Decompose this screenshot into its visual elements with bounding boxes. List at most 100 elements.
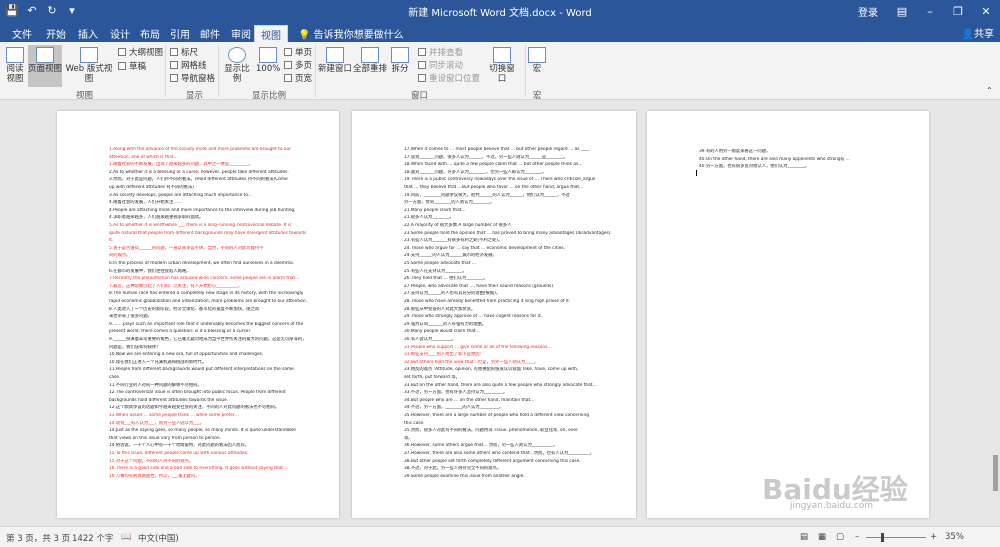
minimize-icon[interactable]: – bbox=[916, 0, 944, 22]
tab-layout[interactable]: 布局 bbox=[134, 25, 166, 42]
tab-design[interactable]: 设计 bbox=[104, 25, 136, 42]
document-text-line: 34.But people who are … on the other han… bbox=[404, 397, 535, 403]
document-text-line: 17.When it comes to … most people believ… bbox=[404, 147, 591, 152]
document-text-line: 14.说到___有人认为___，而另一些人则认为___。 bbox=[109, 420, 204, 426]
document-text-line: up with different attitudes 有不同的看法) bbox=[109, 185, 194, 190]
macro-button[interactable]: 宏 bbox=[528, 47, 546, 74]
document-text-line: 39.Some people examine this issue from a… bbox=[404, 473, 525, 479]
ribbon-display-icon[interactable]: ▤ bbox=[888, 0, 916, 22]
page-width-button[interactable]: 页宽 bbox=[284, 72, 312, 84]
zoom-out-icon[interactable]: – bbox=[855, 532, 859, 542]
new-window-button[interactable]: 新建窗口 bbox=[318, 47, 352, 74]
reset-position-icon bbox=[418, 74, 426, 82]
tab-references[interactable]: 引用 bbox=[164, 25, 196, 42]
multi-page-icon bbox=[284, 61, 292, 69]
document-text-line: 18.When faced with…, quite a few people … bbox=[404, 162, 583, 168]
ruler-checkbox[interactable]: 标尺 bbox=[170, 46, 198, 58]
document-text-line: 19.There is a public controversy nowaday… bbox=[404, 177, 596, 183]
page-view-button[interactable]: 页面视图 bbox=[28, 45, 62, 87]
document-text-line: 12.这个颇具争议的话题如今越来越受社会的关注，不同的人对此问题的看法也不尽相同… bbox=[109, 405, 280, 411]
document-text-line: 等。 bbox=[404, 435, 413, 441]
web-view-button[interactable]: Web 版式视图 bbox=[63, 47, 115, 84]
word-count[interactable]: 1422 个字 bbox=[72, 532, 113, 544]
tab-home[interactable]: 开始 bbox=[40, 25, 72, 42]
multi-page-button[interactable]: 多页 bbox=[284, 59, 312, 71]
arrange-all-icon bbox=[361, 47, 379, 63]
side-by-side-button[interactable]: 并排查看 bbox=[418, 46, 463, 58]
document-page-1[interactable]: 1.Along with the advance of the society … bbox=[57, 111, 339, 518]
language[interactable]: 中文(中国) bbox=[138, 532, 179, 544]
document-page-2[interactable]: 17.When it comes to … most people believ… bbox=[352, 111, 636, 518]
sync-scroll-button[interactable]: 同步滚动 bbox=[418, 59, 463, 71]
login-link[interactable]: 登录 bbox=[858, 4, 878, 19]
read-view-label: 阅读视图 bbox=[6, 64, 24, 84]
zoom-slider-handle[interactable] bbox=[881, 533, 884, 542]
switch-window-button[interactable]: 切换窗口 bbox=[486, 47, 518, 84]
read-mode-icon[interactable]: ▤ bbox=[800, 532, 808, 542]
document-text-line: 14.Just as the saying goes, so many peop… bbox=[109, 428, 296, 434]
gridlines-label: 网格线 bbox=[181, 61, 207, 71]
tab-review[interactable]: 审阅 bbox=[225, 25, 257, 42]
magnifier-icon bbox=[228, 47, 246, 63]
print-layout-icon[interactable]: ▦ bbox=[818, 532, 826, 542]
document-text-line: 33.不过，另一方面，也有许多人坚持认为_________。 bbox=[404, 390, 508, 396]
read-view-button[interactable]: 阅读视图 bbox=[4, 47, 26, 84]
tell-me-search[interactable]: 💡 告诉我你想要做什么 bbox=[292, 25, 410, 42]
document-page-3[interactable]: 39.有的人用另一角度来看这一问题。 40.On the other hand, … bbox=[647, 111, 929, 518]
zoom-button[interactable]: 显示比例 bbox=[221, 47, 253, 84]
close-icon[interactable]: ✕ bbox=[972, 0, 1000, 22]
zoom-in-icon[interactable]: + bbox=[930, 532, 937, 542]
tab-view[interactable]: 视图 bbox=[254, 25, 288, 42]
tab-file[interactable]: 文件 bbox=[6, 25, 38, 42]
zoom-level[interactable]: 35% bbox=[945, 532, 964, 542]
tell-me-label: 告诉我你想要做什么 bbox=[313, 30, 404, 41]
zoom-100-icon bbox=[259, 47, 277, 63]
document-text-line: this case. bbox=[404, 420, 425, 426]
page-count[interactable]: 第 3 页，共 3 页 bbox=[6, 532, 70, 544]
share-label: 共享 bbox=[974, 29, 994, 40]
document-text-line: 11.不同行业的人对同一种问题的解释不尽相同。 bbox=[109, 382, 202, 388]
share-button[interactable]: 👤共享 bbox=[962, 25, 994, 40]
document-text-line: 40.另一方面，也有很多反对他认人，他们认为________。 bbox=[699, 164, 809, 170]
web-view-icon bbox=[80, 47, 98, 63]
new-window-label: 新建窗口 bbox=[318, 64, 353, 74]
document-text-line: it. bbox=[109, 238, 114, 244]
outline-view-button[interactable]: 大纲视图 bbox=[118, 46, 163, 58]
tab-insert[interactable]: 插入 bbox=[72, 25, 104, 42]
page-width-icon bbox=[284, 74, 292, 82]
document-text-line: 27.People, who advocate that …, have the… bbox=[404, 283, 555, 289]
draft-label: 草稿 bbox=[129, 62, 147, 72]
zoom-100-label: 100% bbox=[256, 64, 281, 74]
web-layout-icon[interactable]: ▢ bbox=[836, 532, 844, 542]
one-page-button[interactable]: 单页 bbox=[284, 46, 312, 58]
reset-position-button[interactable]: 重设窗口位置 bbox=[418, 72, 480, 84]
document-text-line: 28.那些从中受益的人对此大加赞赏。 bbox=[404, 306, 476, 312]
document-text-line: 26.They hold that … 他们认为________。 bbox=[404, 276, 488, 282]
zoom-100-button[interactable]: 100% bbox=[256, 47, 280, 74]
document-text-line: 1.Along with the advance of the society … bbox=[109, 147, 291, 152]
restore-icon[interactable]: ❐ bbox=[944, 0, 972, 22]
scrollbar-thumb[interactable] bbox=[993, 455, 998, 491]
zoom-slider[interactable] bbox=[866, 537, 926, 538]
split-button[interactable]: 拆分 bbox=[389, 47, 411, 74]
document-text-line: that views on this issue vary from perso… bbox=[109, 435, 222, 441]
nav-pane-checkbox[interactable]: 导航窗格 bbox=[170, 72, 215, 84]
one-page-icon bbox=[284, 48, 292, 56]
document-text-line: 14.俗话说，一千个人心中有一千个哈姆雷特，对此问题的看法因人而异。 bbox=[109, 443, 250, 449]
gridlines-checkbox[interactable]: 网格线 bbox=[170, 59, 207, 71]
outline-icon bbox=[118, 48, 126, 56]
document-text-line: present world, there comes a question: i… bbox=[109, 329, 251, 335]
group-view-label: 视图 bbox=[76, 91, 94, 101]
checkbox-box bbox=[170, 61, 178, 69]
draft-view-button[interactable]: 草稿 bbox=[118, 60, 146, 72]
arrange-all-button[interactable]: 全部重排 bbox=[353, 47, 387, 74]
document-text-line: 27.支持认为______的人也有其充分的理由(根据)。 bbox=[404, 291, 501, 297]
proofing-icon[interactable]: 📖 bbox=[121, 532, 132, 542]
document-text-line: 29.强烈认同_______的人有强有力的理由。 bbox=[404, 321, 487, 327]
window-title: 新建 Microsoft Word 文档.docx - Word bbox=[408, 8, 592, 19]
tab-mailings[interactable]: 邮件 bbox=[194, 25, 226, 42]
collapse-ribbon-icon[interactable]: ⌃ bbox=[986, 86, 993, 95]
switch-window-icon bbox=[493, 47, 511, 63]
reset-position-label: 重设窗口位置 bbox=[429, 74, 481, 84]
switch-window-label: 切换窗口 bbox=[489, 64, 515, 84]
